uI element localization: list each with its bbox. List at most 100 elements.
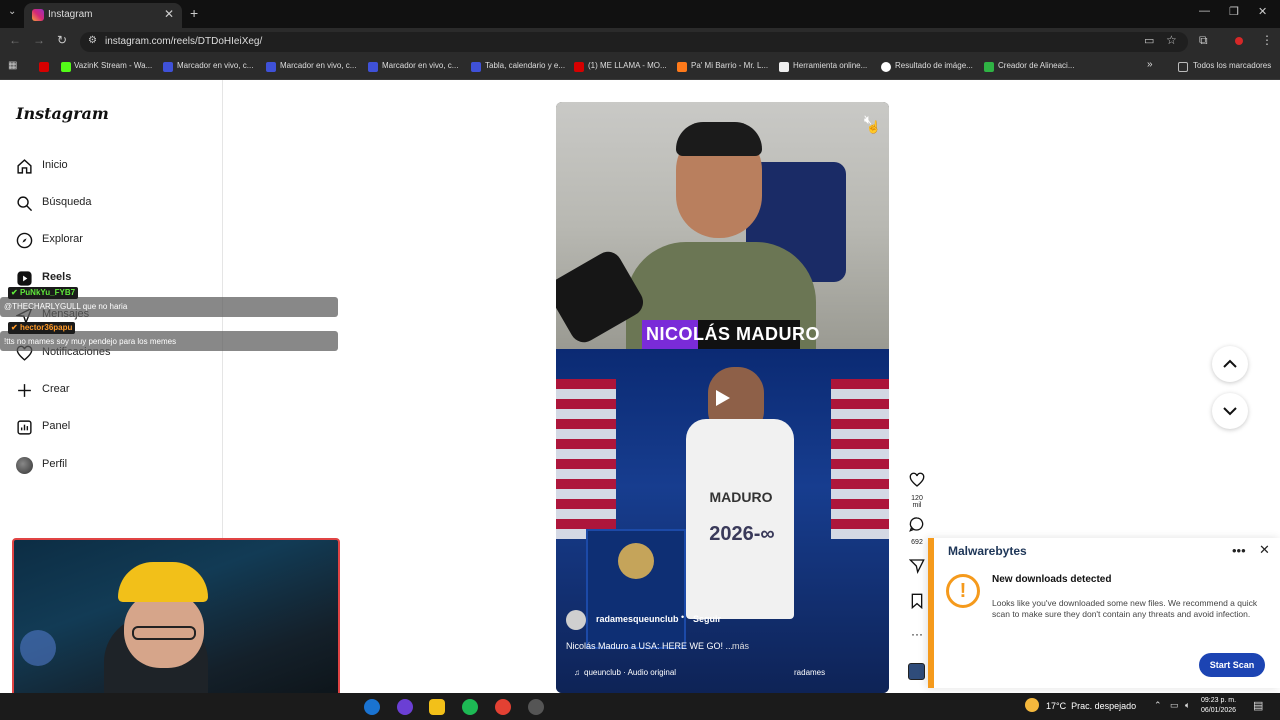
save-button[interactable]: [906, 593, 928, 614]
audio-label[interactable]: queunclub · Audio original: [584, 668, 676, 677]
bookmark-8[interactable]: Herramienta online...: [793, 61, 867, 70]
notification-title: New downloads detected: [992, 574, 1112, 585]
bookmark-3[interactable]: Marcador en vivo, c...: [280, 61, 356, 70]
close-window-icon[interactable]: ✕: [1258, 5, 1267, 18]
bookmark-icon: [677, 62, 687, 72]
chrome-icon[interactable]: [495, 699, 511, 715]
tab-title: Instagram: [48, 9, 93, 20]
more-options-icon[interactable]: •••: [1232, 543, 1246, 558]
weather-text[interactable]: 17°C Prac. despejado: [1046, 701, 1136, 711]
tab-list-icon[interactable]: ⌄: [8, 6, 16, 17]
more-bookmarks-icon[interactable]: »: [1147, 59, 1153, 70]
search-icon: [17, 196, 33, 212]
bookmark-6[interactable]: (1) ME LLAMA - MO...: [588, 61, 667, 70]
share-button[interactable]: [906, 558, 928, 579]
volume-icon[interactable]: 🔈︎: [1185, 700, 1190, 711]
chat-username: ✔ hector36papu: [8, 322, 76, 334]
comments-count: 692: [911, 539, 923, 546]
music-note-icon: ♫: [574, 668, 580, 677]
bookmark-4[interactable]: Marcador en vivo, c...: [382, 61, 458, 70]
yellow-cap: [118, 562, 208, 602]
battery-icon: ▭: [1170, 700, 1179, 710]
reel-description: Nicolás Maduro a USA: HERE WE GO! ...: [566, 641, 734, 651]
apps-icon[interactable]: ▦: [8, 60, 17, 71]
glasses: [132, 626, 196, 640]
bookmark-1[interactable]: VazinK Stream - Wa...: [74, 61, 152, 70]
reload-icon[interactable]: ↻: [57, 33, 67, 47]
us-flag-right: [831, 379, 889, 539]
start-scan-button[interactable]: Start Scan: [1199, 653, 1265, 677]
spotify-icon[interactable]: [462, 699, 478, 715]
browser-tab[interactable]: Instagram ✕: [24, 3, 182, 28]
edge-icon[interactable]: [364, 699, 380, 715]
reel-video[interactable]: NICOLÁS MADURO MADURO 2026-∞ 🔇︎ radamesq…: [556, 102, 889, 693]
maximize-icon[interactable]: ❐: [1229, 5, 1239, 18]
more-options-icon[interactable]: ···: [906, 627, 928, 641]
reel-top-frame: [556, 102, 889, 352]
bookmark-7[interactable]: Pa' Mi Barrio - Mr. L...: [691, 61, 768, 70]
back-icon[interactable]: ←: [9, 33, 21, 47]
channel-logo-icon: [20, 630, 56, 666]
menu-icon[interactable]: ⋮: [1261, 33, 1273, 47]
profile-icon[interactable]: [1235, 37, 1243, 45]
notifications-icon[interactable]: ▤: [1253, 699, 1263, 712]
instagram-logo[interactable]: Instagram: [16, 104, 109, 123]
bookmark-icon: [163, 62, 173, 72]
sidebar-item-label: Panel: [42, 420, 71, 432]
new-tab-icon[interactable]: +: [190, 5, 198, 21]
close-icon[interactable]: ✕: [1259, 542, 1270, 558]
compass-icon: [16, 232, 33, 249]
google-bookmark-icon: [881, 62, 891, 72]
account-name[interactable]: radamesqueunclub: [596, 614, 679, 624]
jersey: [686, 419, 794, 619]
sidebar-item-label: Búsqueda: [42, 196, 92, 208]
webcam-overlay: [12, 538, 340, 714]
us-flag-left: [556, 379, 616, 539]
la-galaxy-logo: [618, 543, 654, 579]
instagram-favicon-icon: [32, 9, 44, 21]
clock-date[interactable]: 06/01/2026: [1201, 707, 1236, 714]
play-icon[interactable]: [712, 388, 732, 408]
youtube-bookmark-icon[interactable]: [39, 62, 49, 72]
more-link[interactable]: más: [732, 641, 749, 651]
bookmark-icon: [266, 62, 276, 72]
next-reel-button[interactable]: [1212, 393, 1248, 429]
heart-icon: [909, 472, 925, 487]
weather-icon: [1025, 698, 1039, 712]
plus-icon: [18, 384, 31, 397]
sidebar-item-label: Inicio: [42, 159, 68, 171]
sidebar-item-label: Reels: [42, 271, 72, 283]
site-info-icon[interactable]: ⚙: [88, 35, 97, 46]
minimize-icon[interactable]: —: [1199, 5, 1210, 17]
malwarebytes-notification: Malwarebytes ••• ✕ ! New downloads detec…: [928, 538, 1280, 688]
all-bookmarks[interactable]: Todos los marcadores: [1193, 61, 1271, 70]
account-avatar[interactable]: [566, 610, 586, 630]
file-explorer-icon[interactable]: [429, 699, 445, 715]
obs-icon[interactable]: [528, 699, 544, 715]
close-tab-icon[interactable]: ✕: [164, 7, 174, 21]
bookmark-star-icon[interactable]: ☆: [1166, 33, 1177, 47]
clock-time[interactable]: 09:23 p. m.: [1201, 697, 1236, 704]
bookmark-2[interactable]: Marcador en vivo, c...: [177, 61, 253, 70]
avatar: [16, 457, 33, 474]
bookmark-9[interactable]: Resultado de imáge...: [895, 61, 973, 70]
extensions-icon[interactable]: ⧉: [1199, 33, 1208, 48]
forward-icon[interactable]: →: [33, 33, 45, 47]
follow-button[interactable]: Seguir: [693, 614, 721, 624]
sidebar-item-label: Perfil: [42, 458, 68, 470]
app-icon[interactable]: [397, 699, 413, 715]
cast-icon[interactable]: ▭: [1144, 34, 1154, 47]
comment-button[interactable]: 692: [906, 516, 928, 546]
sidebar-item-label: Crear: [42, 383, 70, 395]
bookmark-5[interactable]: Tabla, calendario y e...: [485, 61, 565, 70]
dashboard-icon: [17, 420, 32, 435]
tray-chevron-icon[interactable]: ⌃: [1154, 700, 1162, 711]
bookmark-icon: [471, 62, 481, 72]
youtube-bookmark-icon: [574, 62, 584, 72]
like-button[interactable]: 120 mil: [906, 472, 928, 509]
chat-message: !tts no mames soy muy pendejo para los m…: [4, 337, 177, 346]
previous-reel-button[interactable]: [1212, 346, 1248, 382]
audio-thumbnail[interactable]: [908, 663, 925, 680]
warning-icon: !: [946, 574, 980, 608]
bookmark-10[interactable]: Creador de Alineaci...: [998, 61, 1075, 70]
